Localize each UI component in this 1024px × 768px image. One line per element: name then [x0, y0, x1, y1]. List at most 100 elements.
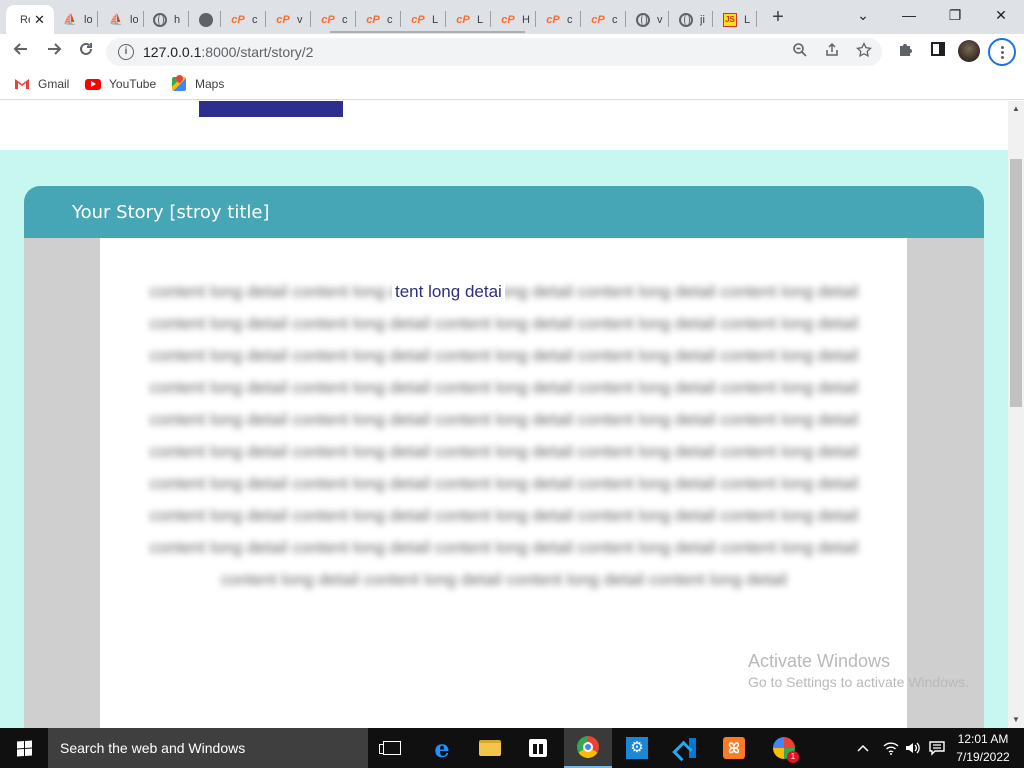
network-icon[interactable]: [882, 728, 900, 768]
show-hidden-icons-button[interactable]: [856, 728, 870, 768]
minimize-button[interactable]: —: [886, 4, 932, 26]
forward-button[interactable]: [42, 40, 66, 64]
url-text[interactable]: 127.0.0.1:8000/start/story/2: [143, 44, 313, 60]
taskbar-search-input[interactable]: Search the web and Windows: [48, 728, 368, 768]
chrome-icon: [577, 736, 599, 758]
restore-button[interactable]: ❐: [932, 4, 978, 26]
tab[interactable]: ⛵ lo: [54, 5, 98, 34]
new-tab-button[interactable]: +: [768, 5, 788, 29]
profile-avatar[interactable]: [958, 40, 980, 62]
action-center-icon[interactable]: [928, 728, 946, 768]
taskbar-vscode[interactable]: [662, 728, 710, 768]
store-icon: [529, 739, 547, 757]
tab-separator: [668, 11, 669, 27]
start-button[interactable]: [0, 728, 48, 768]
taskbar-xampp[interactable]: ꕤ: [710, 728, 758, 768]
tab-active[interactable]: Re ✕: [6, 5, 54, 34]
nav-button-partial[interactable]: [199, 101, 343, 117]
tab[interactable]: cP L: [402, 5, 446, 34]
watermark-title: Activate Windows: [748, 651, 891, 671]
activate-windows-watermark: Activate Windows Go to Settings to activ…: [748, 651, 969, 690]
tab[interactable]: cP L: [447, 5, 491, 34]
tab[interactable]: cP c: [222, 5, 266, 34]
phpmyadmin-icon: ⛵: [63, 14, 77, 26]
reload-icon: [80, 42, 92, 55]
tab[interactable]: cP H: [492, 5, 536, 34]
taskbar-file-explorer[interactable]: [466, 728, 514, 768]
volume-icon[interactable]: [904, 728, 922, 768]
tab[interactable]: cP v: [267, 5, 311, 34]
vscode-icon: [676, 738, 696, 758]
chrome-menu-button[interactable]: [988, 38, 1016, 66]
chevron-up-icon: [857, 744, 869, 752]
browser-toolbar: i 127.0.0.1:8000/start/story/2: [0, 34, 1024, 70]
tab[interactable]: JS L: [714, 5, 758, 34]
taskbar-store[interactable]: [514, 728, 562, 768]
tab[interactable]: cP c: [357, 5, 401, 34]
side-panel-icon[interactable]: [926, 40, 950, 64]
task-view-icon: [379, 741, 401, 755]
story-header: Your Story [stroy title]: [24, 186, 984, 238]
youtube-icon: [85, 76, 101, 92]
tab[interactable]: cP c: [312, 5, 356, 34]
tab[interactable]: [190, 5, 224, 34]
tab-label: H: [522, 13, 530, 26]
task-view-button[interactable]: [368, 728, 416, 768]
scroll-down-icon[interactable]: ▼: [1008, 712, 1024, 728]
url-host: 127.0.0.1: [143, 44, 202, 60]
windows-logo-icon: [16, 739, 32, 757]
tab[interactable]: ji: [670, 5, 714, 34]
tab-separator: [445, 11, 446, 27]
page-scrollbar[interactable]: ▲ ▼: [1008, 101, 1024, 728]
tab-separator: [220, 11, 221, 27]
address-bar[interactable]: i 127.0.0.1:8000/start/story/2: [106, 38, 882, 66]
share-icon[interactable]: [822, 42, 842, 62]
tab-separator: [580, 11, 581, 27]
zoom-icon[interactable]: [790, 42, 810, 62]
maps-icon: [171, 76, 187, 92]
bookmark-youtube[interactable]: YouTube: [85, 76, 156, 92]
tab-label: c: [567, 13, 573, 26]
tab-separator: [355, 11, 356, 27]
cpanel-icon: cP: [366, 13, 380, 26]
taskbar-chrome[interactable]: [564, 728, 612, 768]
back-button[interactable]: [9, 40, 33, 64]
story-content-focus: tent long detai: [392, 276, 505, 308]
tab[interactable]: ⛵ lo: [100, 5, 144, 34]
tab[interactable]: h: [144, 5, 188, 34]
tab-search-button[interactable]: ⌄: [840, 4, 886, 26]
tab-separator: [400, 11, 401, 27]
reload-button[interactable]: [74, 40, 98, 64]
scroll-thumb[interactable]: [1010, 159, 1022, 407]
tab[interactable]: v: [627, 5, 671, 34]
bookmark-star-icon[interactable]: [854, 41, 874, 62]
app-icon: 1: [773, 737, 799, 763]
scroll-up-icon[interactable]: ▲: [1008, 101, 1024, 117]
bookmark-label: Gmail: [38, 77, 70, 91]
site-info-icon[interactable]: i: [118, 44, 134, 60]
tab-label: lo: [130, 13, 138, 26]
menu-dot-icon: [1000, 55, 1004, 59]
page-viewport: Your Story [stroy title] content long de…: [0, 101, 1008, 728]
tab-separator: [188, 11, 189, 27]
bookmark-gmail[interactable]: Gmail: [14, 76, 69, 92]
bookmark-maps[interactable]: Maps: [171, 76, 224, 92]
tab-label: lo: [84, 13, 92, 26]
bookmark-label: Maps: [195, 77, 225, 91]
tab[interactable]: cP c: [582, 5, 626, 34]
circle-icon: [198, 12, 214, 28]
cpanel-icon: cP: [276, 13, 290, 26]
close-tab-icon[interactable]: ✕: [34, 12, 45, 28]
clock-date: 7/19/2022: [956, 750, 1010, 764]
taskbar-edge[interactable]: e: [418, 728, 466, 768]
tab-group-underline: [330, 31, 525, 33]
close-window-button[interactable]: ✕: [978, 4, 1024, 26]
taskbar-clock[interactable]: 12:01 AM 7/19/2022: [952, 730, 1014, 766]
tab-label: c: [387, 13, 393, 26]
menu-dot-icon: [1000, 50, 1004, 54]
extensions-puzzle-icon[interactable]: [894, 40, 918, 64]
taskbar-settings[interactable]: ⚙: [613, 728, 661, 768]
tab-separator: [490, 11, 491, 27]
taskbar-app-notification[interactable]: 1: [760, 728, 808, 768]
tab[interactable]: cP c: [537, 5, 581, 34]
